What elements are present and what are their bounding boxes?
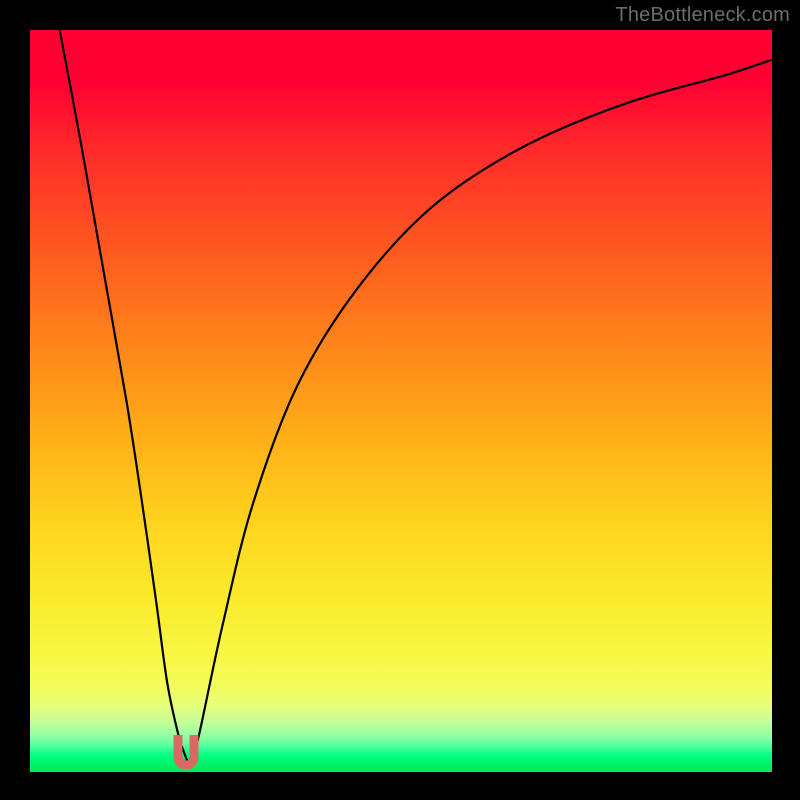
bottleneck-curve — [30, 30, 772, 772]
chart-frame: TheBottleneck.com — [0, 0, 800, 800]
minimum-marker — [171, 735, 201, 769]
attribution-text: TheBottleneck.com — [615, 4, 790, 27]
plot-area — [30, 30, 772, 772]
